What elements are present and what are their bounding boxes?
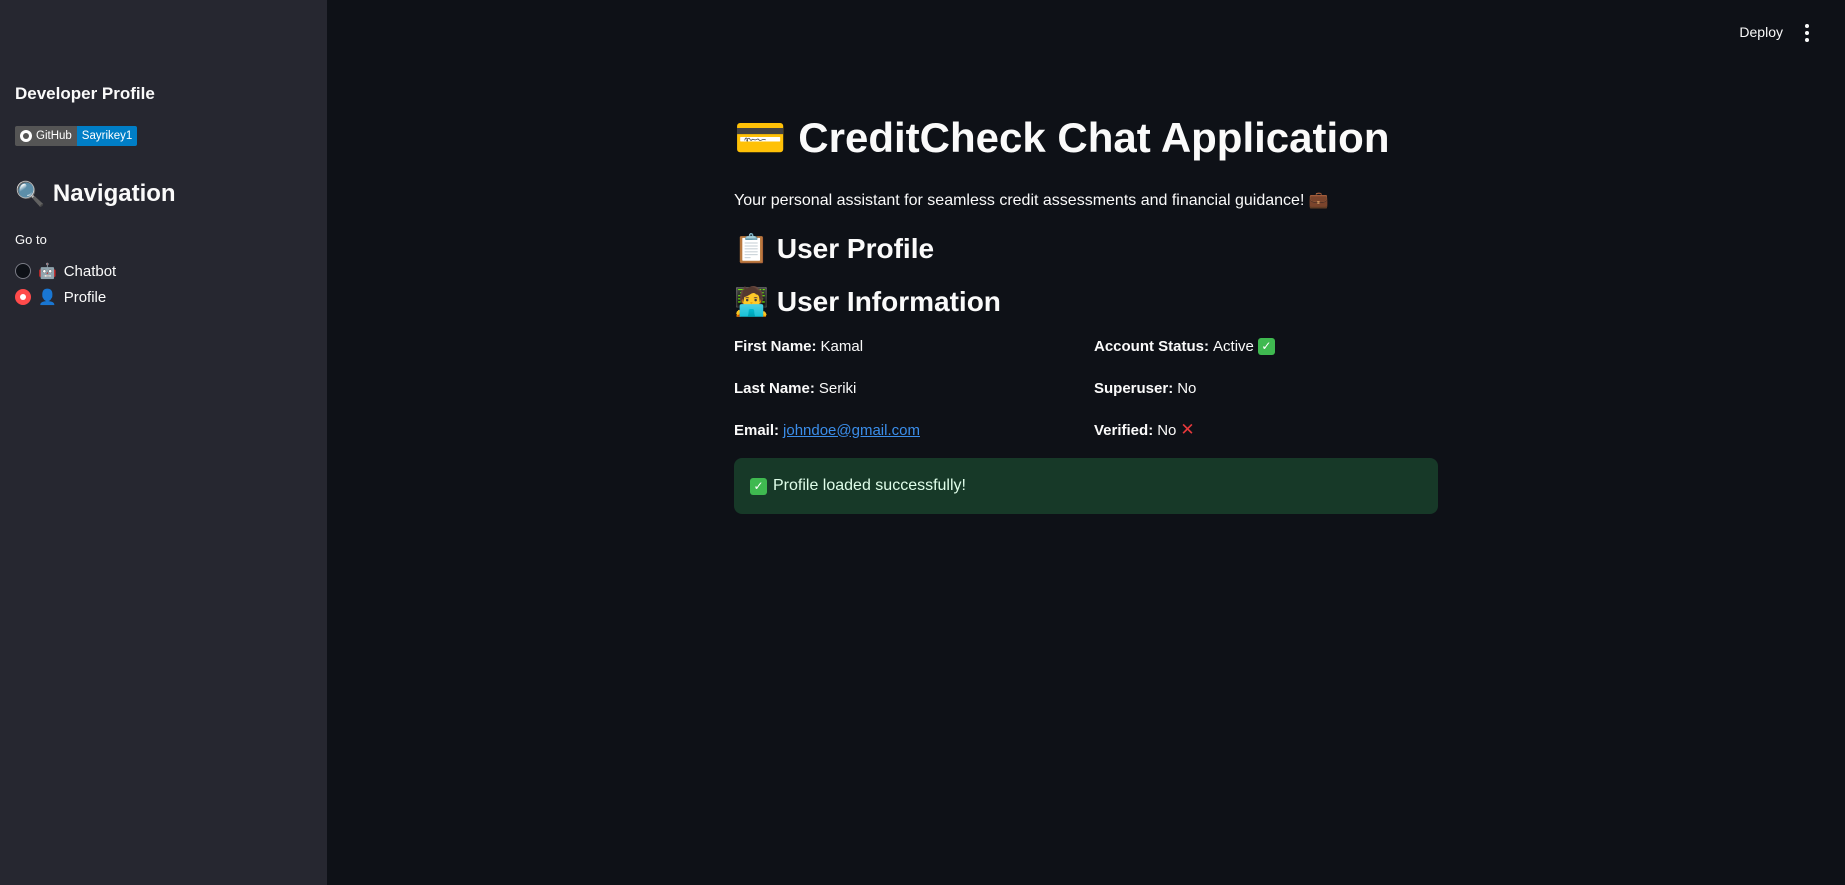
success-alert: ✓ Profile loaded successfully! — [734, 458, 1438, 514]
superuser-field: Superuser: No — [1094, 378, 1438, 398]
github-badge-label: GitHub — [36, 130, 72, 142]
success-check-icon: ✓ — [750, 477, 767, 495]
github-badge-left: GitHub — [15, 126, 77, 146]
account-status-value: Active — [1213, 337, 1254, 355]
radio-option-profile[interactable]: 👤 Profile — [15, 284, 116, 310]
superuser-value: No — [1177, 379, 1197, 397]
email-link[interactable]: johndoe@gmail.com — [783, 422, 920, 439]
github-badge-username: Sayrikey1 — [76, 126, 138, 146]
success-message: Profile loaded successfully! — [773, 477, 966, 494]
radio-label-profile: Profile — [63, 288, 107, 306]
first-name-field: First Name: Kamal — [734, 336, 1094, 356]
robot-icon: 🤖 — [38, 262, 57, 280]
radio-button-chatbot[interactable] — [15, 263, 31, 279]
main-content: 💳 CreditCheck Chat Application Your pers… — [734, 110, 1438, 514]
email-field: Email: johndoe@gmail.com — [734, 420, 1094, 440]
last-name-field: Last Name: Seriki — [734, 378, 1094, 398]
credit-card-icon: 💳 — [734, 113, 787, 162]
sidebar: Developer Profile GitHub Sayrikey1 🔍 Nav… — [0, 0, 327, 885]
radio-label-chatbot: Chatbot — [63, 262, 117, 280]
vertical-ellipsis-icon[interactable] — [1799, 22, 1815, 44]
superuser-label: Superuser: — [1094, 379, 1174, 397]
account-status-label: Account Status: — [1094, 337, 1210, 355]
magnifier-icon: 🔍 — [15, 180, 45, 208]
user-information-heading: 🧑‍💻 User Information — [734, 285, 1438, 318]
github-badge[interactable]: GitHub Sayrikey1 — [15, 126, 138, 146]
github-icon — [20, 130, 32, 142]
last-name-value: Seriki — [818, 379, 857, 397]
radio-option-chatbot[interactable]: 🤖 Chatbot — [15, 258, 116, 284]
app-root: Developer Profile GitHub Sayrikey1 🔍 Nav… — [0, 0, 1845, 885]
verified-value: No — [1157, 421, 1177, 439]
user-information-heading-text: User Information — [776, 285, 1001, 317]
user-profile-heading: 📋 User Profile — [734, 232, 1438, 265]
goto-label: Go to — [15, 232, 47, 247]
verified-label: Verified: — [1094, 421, 1154, 439]
first-name-label: First Name: — [734, 337, 817, 355]
account-status-field: Account Status: Active ✓ — [1094, 336, 1438, 356]
user-icon: 👤 — [38, 288, 57, 306]
page-subtitle: Your personal assistant for seamless cre… — [734, 192, 1329, 209]
user-info-grid: First Name: Kamal Account Status: Active… — [734, 336, 1438, 440]
navigation-heading: 🔍 Navigation — [15, 180, 176, 208]
deploy-button[interactable]: Deploy — [1731, 20, 1791, 44]
technologist-icon: 🧑‍💻 — [734, 285, 769, 318]
cross-mark-icon: ✕ — [1180, 420, 1195, 439]
navigation-radio-group: 🤖 Chatbot 👤 Profile — [15, 258, 116, 310]
first-name-value: Kamal — [820, 337, 864, 355]
user-profile-heading-text: User Profile — [776, 232, 935, 264]
developer-profile-title: Developer Profile — [15, 84, 155, 103]
page-title-text: CreditCheck Chat Application — [798, 114, 1390, 161]
page-title: 💳 CreditCheck Chat Application — [734, 110, 1438, 166]
navigation-heading-text: Navigation — [52, 180, 176, 207]
radio-button-profile[interactable] — [15, 289, 31, 305]
verified-field: Verified: No ✕ — [1094, 420, 1438, 440]
email-label: Email: — [734, 421, 780, 439]
main-area: Deploy 💳 CreditCheck Chat Application Yo… — [327, 0, 1845, 885]
clipboard-icon: 📋 — [734, 232, 769, 265]
last-name-label: Last Name: — [734, 379, 815, 397]
check-mark-icon: ✓ — [1257, 337, 1275, 355]
